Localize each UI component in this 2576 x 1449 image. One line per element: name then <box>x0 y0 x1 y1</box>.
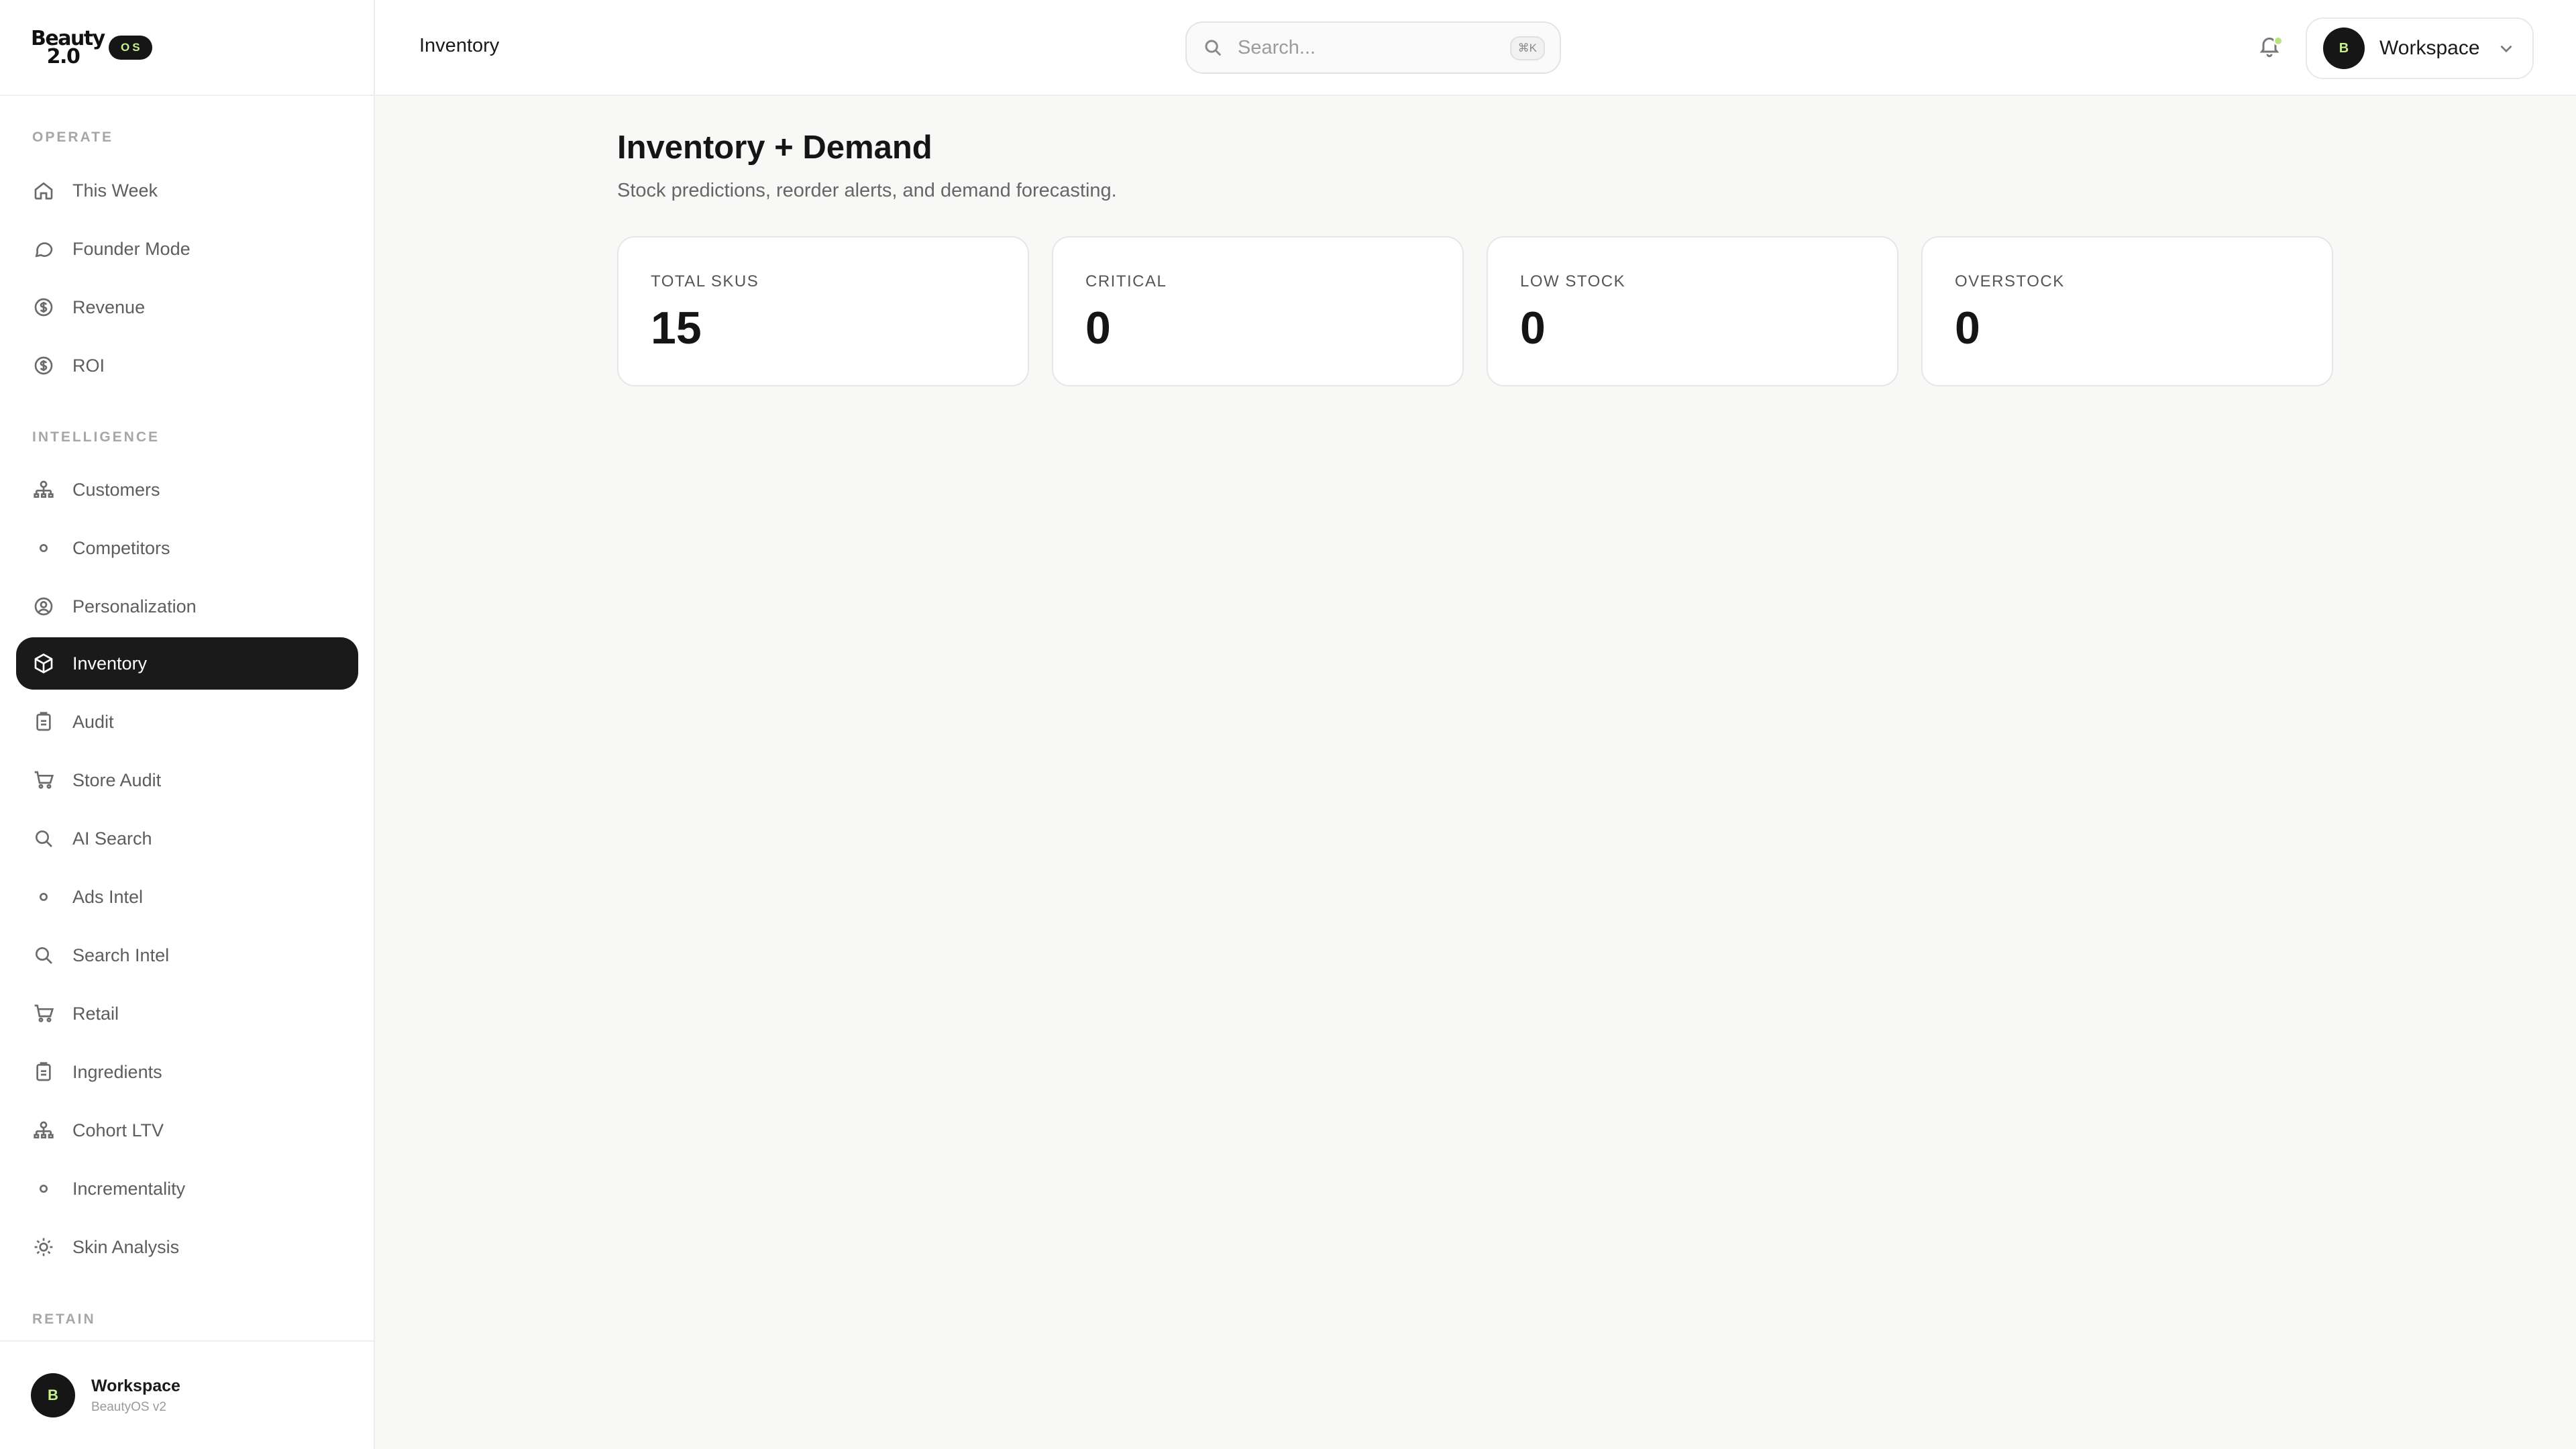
sidebar-item-label: This Week <box>72 180 158 201</box>
sidebar-item-label: ROI <box>72 355 105 376</box>
footer-text: Workspace BeautyOS v2 <box>91 1377 180 1415</box>
sidebar-item-label: Personalization <box>72 596 197 616</box>
dot-icon <box>32 537 55 559</box>
stat-card-low-stock: LOW STOCK 0 <box>1487 236 1898 386</box>
sidebar-item-personalization[interactable]: Personalization <box>16 580 358 633</box>
search-input[interactable] <box>1238 36 1493 59</box>
sidebar-item-label: Search Intel <box>72 945 170 965</box>
page-subtitle: Stock predictions, reorder alerts, and d… <box>617 180 1117 201</box>
stat-value: 15 <box>651 303 702 354</box>
user-circle-icon <box>32 595 55 618</box>
sidebar-item-ingredients[interactable]: Ingredients <box>16 1046 358 1098</box>
search-icon <box>32 827 55 850</box>
avatar: B <box>31 1373 75 1417</box>
notifications-button[interactable] <box>2257 34 2284 60</box>
clipboard-icon <box>32 1061 55 1083</box>
stat-value: 0 <box>1085 303 1111 354</box>
stat-label: TOTAL SKUS <box>651 272 759 290</box>
section-label-operate: OPERATE <box>32 129 113 145</box>
cart-icon <box>32 769 55 792</box>
sidebar-footer-workspace[interactable]: B Workspace BeautyOS v2 <box>0 1340 374 1449</box>
chat-icon <box>32 237 55 260</box>
sidebar-item-label: Retail <box>72 1003 119 1024</box>
search-shortcut-hint: ⌘K <box>1509 36 1545 60</box>
workspace-switcher[interactable]: B Workspace <box>2306 17 2534 79</box>
footer-version: BeautyOS v2 <box>91 1399 166 1414</box>
dollar-icon <box>32 354 55 377</box>
page-title: Inventory + Demand <box>617 129 932 166</box>
sidebar-item-label: Competitors <box>72 537 170 558</box>
header-title: Inventory <box>419 35 500 56</box>
footer-workspace-name: Workspace <box>91 1376 180 1395</box>
stat-label: OVERSTOCK <box>1955 272 2065 290</box>
dot-icon <box>32 1177 55 1200</box>
home-icon <box>32 179 55 202</box>
sidebar-item-this-week[interactable]: This Week <box>16 164 358 217</box>
sidebar-item-label: Ads Intel <box>72 886 144 907</box>
stat-card-total-skus: TOTAL SKUS 15 <box>617 236 1029 386</box>
brand-logo: Beauty 2.0 <box>31 28 105 68</box>
sidebar-item-cohort-ltv[interactable]: Cohort LTV <box>16 1104 358 1157</box>
sidebar-item-store-audit[interactable]: Store Audit <box>16 754 358 806</box>
sidebar-item-founder-mode[interactable]: Founder Mode <box>16 223 358 275</box>
sidebar-item-label: AI Search <box>72 828 152 849</box>
sidebar-item-roi[interactable]: ROI <box>16 339 358 392</box>
notification-dot <box>2273 36 2283 46</box>
sidebar-item-label: Incrementality <box>72 1178 186 1199</box>
sidebar-item-ads-intel[interactable]: Ads Intel <box>16 871 358 923</box>
search-icon <box>32 944 55 967</box>
sidebar: Beauty 2.0 OS OPERATE This Week Founder … <box>0 0 375 1449</box>
stat-value: 0 <box>1520 303 1546 354</box>
sidebar-item-label: Cohort LTV <box>72 1120 164 1140</box>
sidebar-item-retail[interactable]: Retail <box>16 987 358 1040</box>
stat-card-critical: CRITICAL 0 <box>1052 236 1464 386</box>
sidebar-item-audit[interactable]: Audit <box>16 696 358 748</box>
brand-badge: OS <box>109 35 152 60</box>
section-label-retain: RETAIN <box>32 1311 96 1327</box>
sun-icon <box>32 1236 55 1258</box>
stat-label: CRITICAL <box>1085 272 1167 290</box>
search-icon <box>1205 40 1222 56</box>
top-header: Inventory ⌘K B Workspace <box>375 0 2576 96</box>
network-icon <box>32 1119 55 1142</box>
sidebar-nav: OPERATE This Week Founder Mode Revenue R… <box>0 96 374 1340</box>
dollar-icon <box>32 296 55 319</box>
sidebar-item-label: Skin Analysis <box>72 1236 180 1257</box>
brand-logo-line2: 2.0 <box>46 44 80 68</box>
dot-icon <box>32 885 55 908</box>
stat-label: LOW STOCK <box>1520 272 1626 290</box>
sidebar-item-incrementality[interactable]: Incrementality <box>16 1163 358 1215</box>
sidebar-item-ai-search[interactable]: AI Search <box>16 812 358 865</box>
sidebar-item-label: Founder Mode <box>72 238 191 259</box>
chevron-down-icon <box>2500 45 2512 53</box>
box-icon <box>32 652 55 675</box>
sidebar-item-label: Revenue <box>72 297 146 317</box>
stat-value: 0 <box>1955 303 1980 354</box>
avatar: B <box>2323 28 2365 69</box>
sidebar-item-customers[interactable]: Customers <box>16 464 358 516</box>
sidebar-item-label: Audit <box>72 711 114 732</box>
brand[interactable]: Beauty 2.0 OS <box>0 0 374 96</box>
cart-icon <box>32 1002 55 1025</box>
workspace-name: Workspace <box>2379 37 2480 59</box>
sidebar-item-search-intel[interactable]: Search Intel <box>16 929 358 981</box>
sidebar-item-label: Store Audit <box>72 769 162 790</box>
sidebar-item-label: Customers <box>72 479 160 500</box>
section-label-intelligence: INTELLIGENCE <box>32 429 160 445</box>
sidebar-item-label: Inventory <box>72 653 148 674</box>
sidebar-item-skin-analysis[interactable]: Skin Analysis <box>16 1221 358 1273</box>
sidebar-item-revenue[interactable]: Revenue <box>16 281 358 333</box>
sidebar-item-inventory[interactable]: Inventory <box>16 637 358 690</box>
clipboard-icon <box>32 710 55 733</box>
search-box[interactable]: ⌘K <box>1185 21 1561 74</box>
network-icon <box>32 478 55 501</box>
sidebar-item-label: Ingredients <box>72 1061 162 1082</box>
stat-card-overstock: OVERSTOCK 0 <box>1921 236 2333 386</box>
sidebar-item-competitors[interactable]: Competitors <box>16 522 358 574</box>
